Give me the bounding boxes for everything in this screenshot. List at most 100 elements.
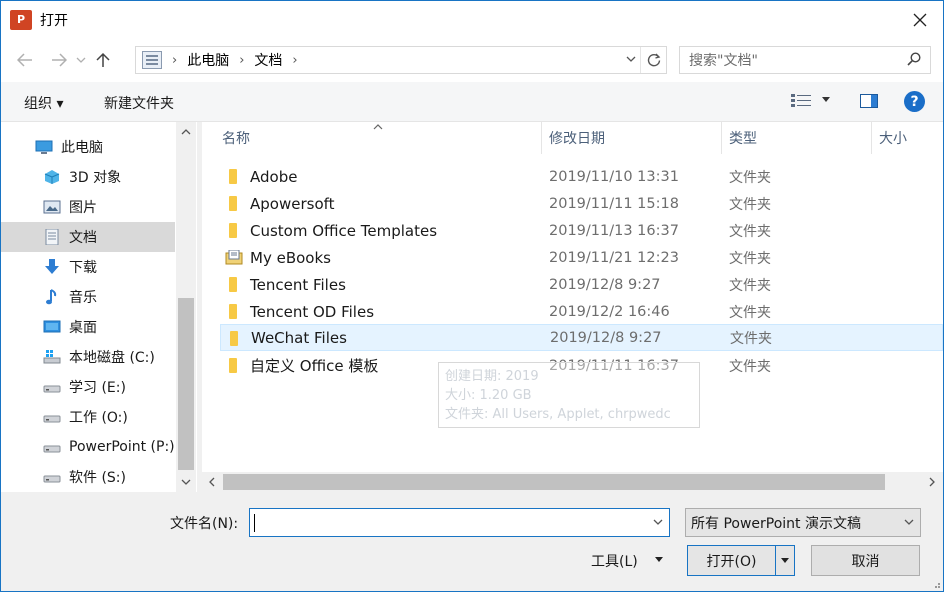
sidebar-item-downloads[interactable]: 下载 [1, 252, 175, 282]
new-folder-button[interactable]: 新建文件夹 [104, 93, 174, 113]
resize-grip-icon[interactable] [931, 579, 941, 589]
arrow-up-icon [96, 52, 110, 67]
sidebar-item-drive-e[interactable]: 学习 (E:) [1, 372, 175, 402]
drive-icon [43, 445, 61, 453]
forward-button[interactable] [45, 46, 73, 74]
address-bar[interactable]: › 此电脑 › 文档 › [135, 46, 667, 74]
file-row[interactable]: Adobe 2019/11/10 13:31 文件夹 [220, 163, 943, 190]
refresh-button[interactable] [640, 47, 666, 73]
breadcrumb-chevron-icon: › [172, 52, 178, 68]
column-header-name[interactable]: 名称 [202, 122, 542, 154]
scroll-down-button[interactable] [176, 472, 196, 492]
file-name: WeChat Files [251, 328, 347, 347]
sidebar-item-drive-s[interactable]: 软件 (S:) [1, 462, 175, 492]
filename-field[interactable] [249, 508, 670, 537]
chevron-down-icon [76, 57, 86, 63]
sidebar-item-label: 下载 [69, 260, 97, 276]
sidebar-item-pictures[interactable]: 图片 [1, 192, 175, 222]
file-list: 名称 修改日期 类型 大小 Adobe 2019/11/10 13:31 文件夹… [202, 122, 943, 472]
column-header-size[interactable]: 大小 [872, 122, 943, 154]
file-row[interactable]: My eBooks 2019/11/21 12:23 文件夹 [220, 244, 943, 271]
sidebar-item-drive-c[interactable]: 本地磁盘 (C:) [1, 342, 175, 372]
file-row[interactable]: Tencent OD Files 2019/12/2 16:46 文件夹 [220, 298, 943, 325]
file-date: 2019/12/8 9:27 [550, 329, 662, 346]
open-button-label[interactable]: 打开(O) [688, 546, 776, 575]
folder-icon [225, 223, 243, 238]
file-type: 文件夹 [729, 169, 771, 186]
sidebar-item-music[interactable]: 音乐 [1, 282, 175, 312]
sidebar-item-this-pc[interactable]: 此电脑 [1, 132, 175, 162]
dialog-footer: 文件名(N): 所有 PowerPoint 演示文稿 工具(L) 打开(O) 取… [1, 492, 943, 591]
sidebar-item-drive-o[interactable]: 工作 (O:) [1, 402, 175, 432]
sidebar-item-drive-p[interactable]: PowerPoint (P:) [1, 432, 175, 462]
breadcrumb-chevron-icon[interactable]: › [292, 53, 297, 68]
tools-button[interactable]: 工具(L) [591, 551, 638, 571]
file-type-filter-select[interactable]: 所有 PowerPoint 演示文稿 [685, 508, 921, 537]
column-header-type[interactable]: 类型 [722, 122, 872, 154]
address-dropdown-button[interactable] [626, 51, 636, 65]
scrollbar-thumb[interactable] [223, 474, 885, 490]
arrow-left-icon [17, 53, 32, 67]
column-header-date[interactable]: 修改日期 [542, 122, 722, 154]
up-button[interactable] [89, 46, 117, 74]
documents-location-icon [142, 51, 162, 69]
file-row[interactable]: Tencent Files 2019/12/8 9:27 文件夹 [220, 271, 943, 298]
file-date: 2019/11/11 15:18 [549, 195, 679, 212]
breadcrumb-documents[interactable]: 文档 [254, 50, 282, 70]
sidebar-item-desktop[interactable]: 桌面 [1, 312, 175, 342]
scroll-up-button[interactable] [176, 122, 196, 142]
tools-dropdown-button[interactable] [655, 552, 663, 565]
file-name: Tencent Files [250, 275, 346, 294]
window-title: 打开 [40, 12, 68, 29]
file-row-hovered[interactable]: WeChat Files 2019/12/8 9:27 文件夹 [220, 324, 943, 351]
3d-objects-icon [44, 170, 60, 184]
file-name: My eBooks [250, 248, 331, 267]
filter-dropdown-button[interactable] [904, 515, 914, 528]
file-row[interactable]: Custom Office Templates 2019/11/13 16:37… [220, 217, 943, 244]
desktop-icon [43, 320, 61, 333]
file-type: 文件夹 [730, 330, 772, 347]
scrollbar-thumb[interactable] [178, 298, 194, 470]
search-box[interactable]: 搜索"文档" [679, 46, 931, 74]
sidebar-item-documents[interactable]: 文档 [1, 222, 175, 252]
sidebar-item-label: 3D 对象 [69, 170, 122, 186]
pictures-icon [43, 200, 61, 214]
sidebar-scrollbar[interactable] [176, 122, 196, 492]
folder-info-tooltip: 创建日期: 2019 大小: 1.20 GB 文件夹: All Users, A… [438, 362, 700, 428]
chevron-left-icon [209, 477, 215, 487]
breadcrumb-chevron-icon[interactable]: › [239, 53, 244, 68]
open-options-dropdown[interactable] [776, 555, 794, 566]
back-button[interactable] [11, 46, 39, 74]
organize-button[interactable]: 组织 ▾ [24, 93, 63, 113]
open-button[interactable]: 打开(O) [687, 545, 795, 576]
file-name: Apowersoft [250, 194, 335, 213]
text-caret [254, 514, 255, 532]
command-bar: 组织 ▾ 新建文件夹 ? [1, 82, 943, 122]
column-header-label: 修改日期 [549, 131, 605, 147]
filename-history-dropdown[interactable] [653, 515, 663, 528]
search-input[interactable]: 搜索"文档" [689, 50, 758, 70]
chevron-down-icon [904, 519, 914, 525]
view-details-icon[interactable] [791, 94, 811, 108]
sidebar-item-3d-objects[interactable]: 3D 对象 [1, 162, 175, 192]
cancel-button[interactable]: 取消 [811, 545, 920, 576]
file-list-hscrollbar[interactable] [202, 472, 943, 492]
breadcrumb-this-pc[interactable]: 此电脑 [187, 50, 229, 70]
file-name: Tencent OD Files [250, 302, 375, 321]
folder-icon [225, 358, 243, 373]
help-icon[interactable]: ? [904, 91, 925, 112]
triangle-down-icon [781, 558, 789, 563]
sidebar-item-label: 此电脑 [61, 140, 103, 156]
view-options-dropdown[interactable] [822, 94, 830, 105]
scroll-right-button[interactable] [922, 472, 942, 492]
column-header-label: 类型 [729, 131, 757, 147]
preview-pane-icon[interactable] [860, 94, 878, 108]
sidebar-item-label: PowerPoint (P:) [69, 439, 175, 455]
downloads-icon [45, 259, 59, 274]
chevron-right-icon [929, 477, 935, 487]
file-row[interactable]: Apowersoft 2019/11/11 15:18 文件夹 [220, 190, 943, 217]
recent-locations-button[interactable] [73, 46, 89, 74]
file-name: Adobe [250, 167, 298, 186]
close-button[interactable] [897, 1, 943, 38]
scroll-left-button[interactable] [202, 472, 222, 492]
